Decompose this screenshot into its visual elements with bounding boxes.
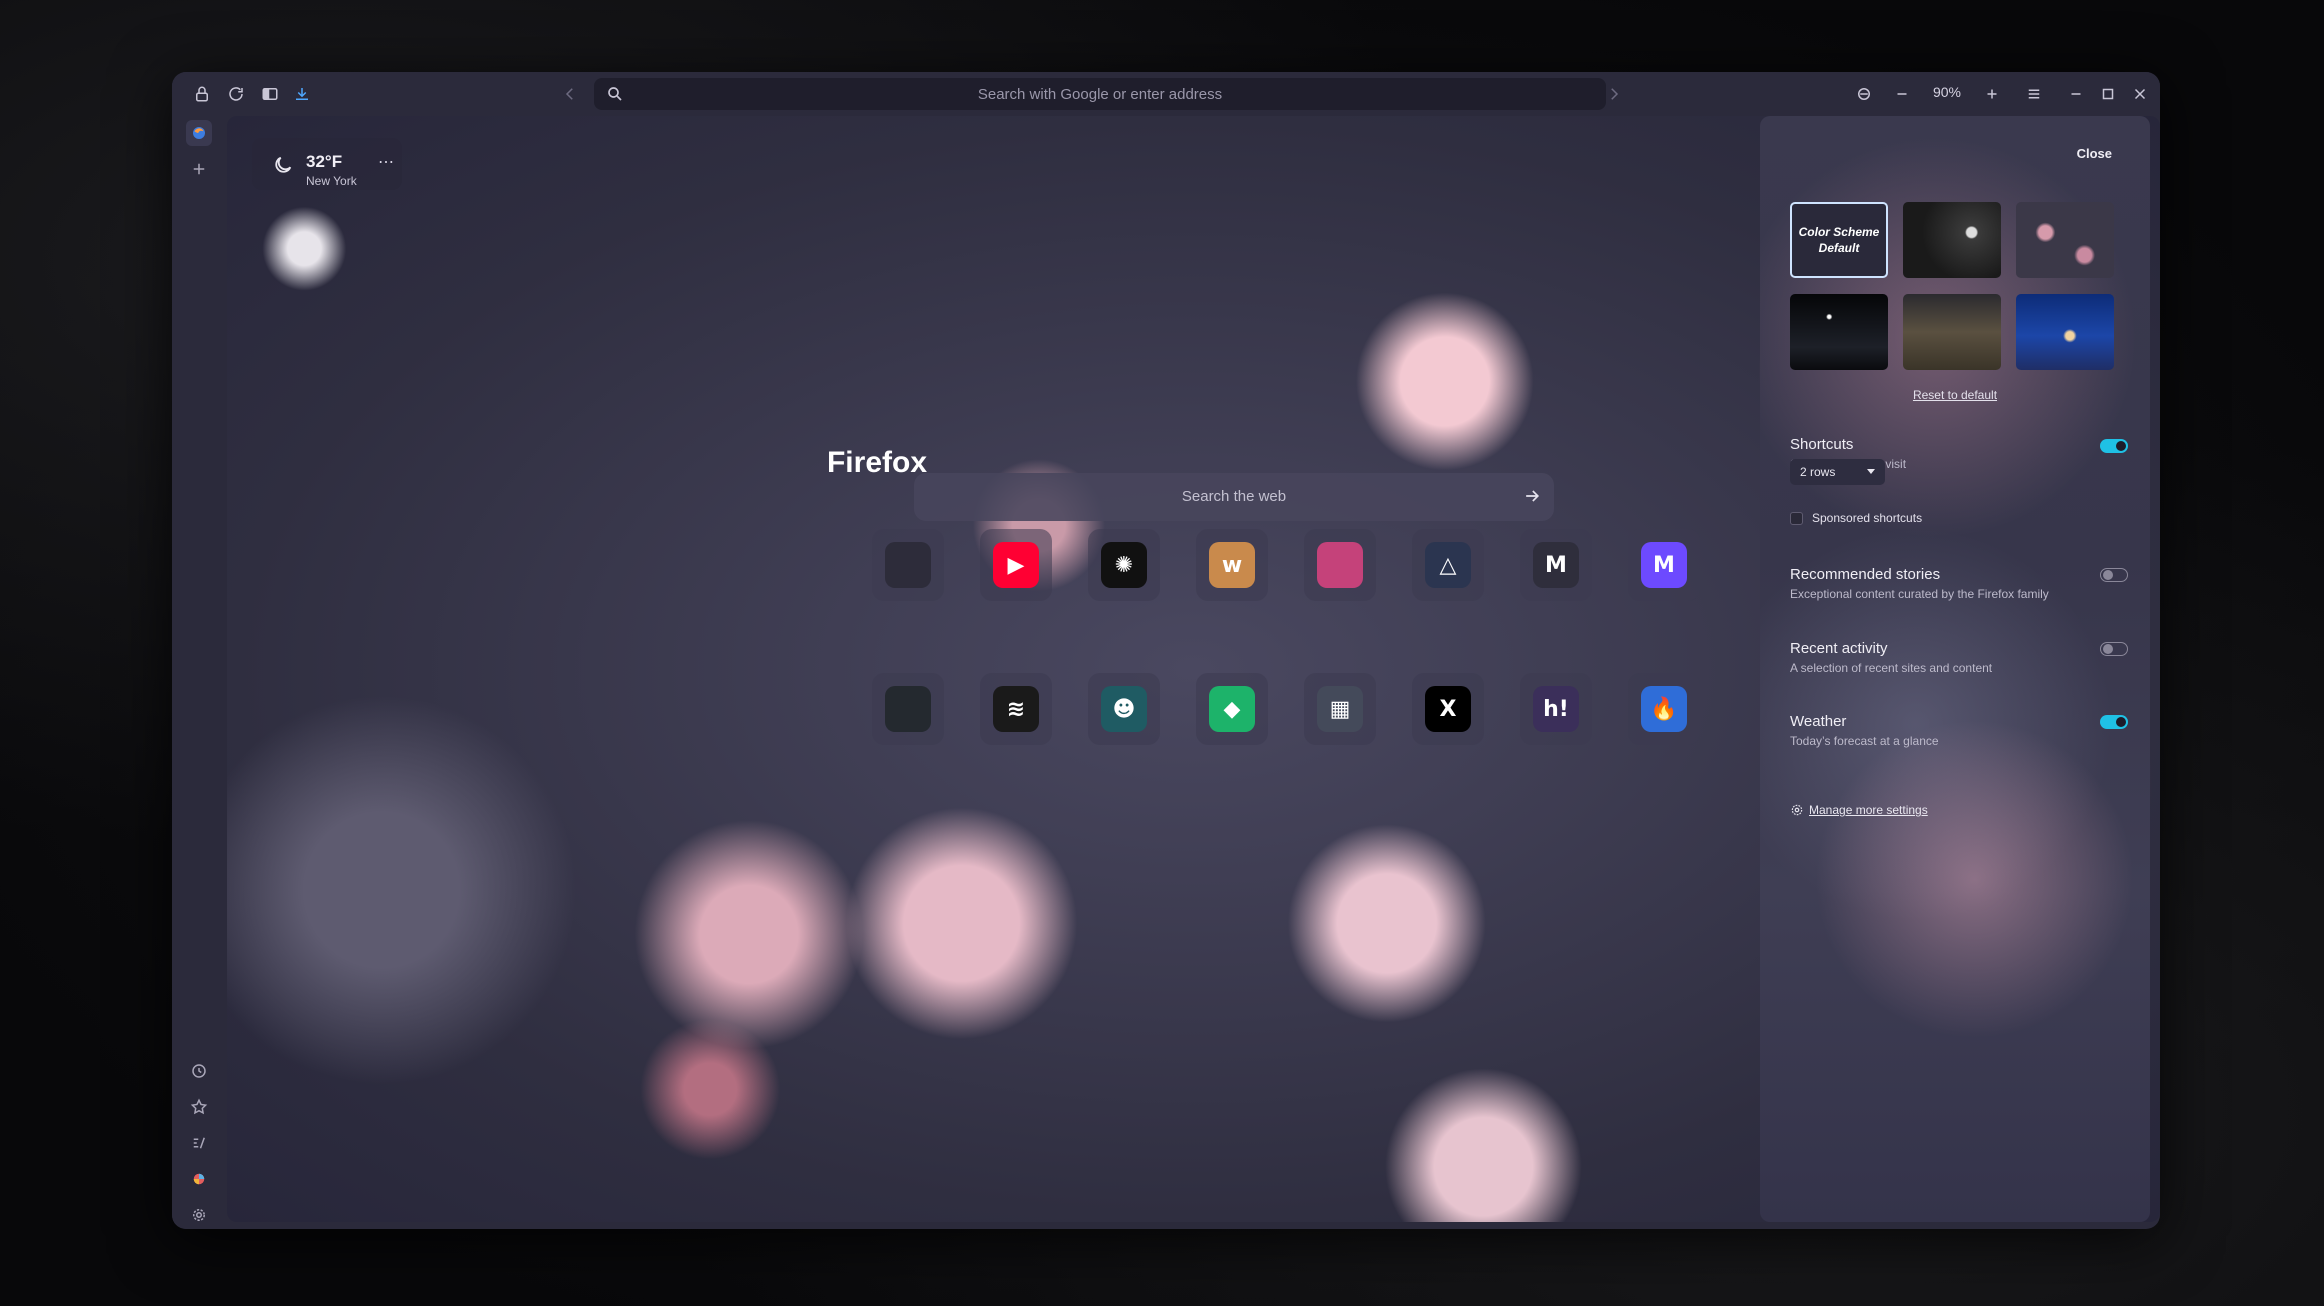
customize-panel: Close Color Scheme Default Reset to defa… bbox=[1760, 116, 2150, 1222]
server-icon: ▦ bbox=[1317, 686, 1363, 732]
wallpaper-moon[interactable] bbox=[1903, 202, 2001, 278]
gear-icon bbox=[1791, 804, 1803, 816]
download-icon[interactable] bbox=[288, 80, 316, 108]
shortcut-tile[interactable]: ≋ bbox=[980, 673, 1052, 745]
hashnode-icon: h! bbox=[1533, 686, 1579, 732]
tracking-protection-icon[interactable] bbox=[1850, 80, 1878, 108]
sidebar-toggle-icon[interactable] bbox=[256, 80, 284, 108]
shortcut-rows-select[interactable]: 2 rows bbox=[1790, 459, 1885, 485]
bookmarks-star-icon[interactable] bbox=[186, 1094, 212, 1120]
youtube-icon: ▶ bbox=[993, 542, 1039, 588]
firefox-tab-icon[interactable] bbox=[186, 120, 212, 146]
shortcut-tile[interactable]: w bbox=[1196, 529, 1268, 601]
shortcut-tile[interactable] bbox=[872, 673, 944, 745]
reload-icon[interactable] bbox=[222, 80, 250, 108]
sync-tabs-icon[interactable] bbox=[186, 1130, 212, 1156]
shortcut-tile[interactable]: M bbox=[1628, 529, 1700, 601]
shortcut-tile[interactable]: ▦ bbox=[1304, 673, 1376, 745]
settings-gear-icon[interactable] bbox=[186, 1202, 212, 1228]
weather-subtitle: Today’s forecast at a glance bbox=[1790, 734, 1939, 748]
sponsored-shortcuts-checkbox[interactable] bbox=[1790, 512, 1803, 525]
maximize-icon[interactable] bbox=[2094, 80, 2122, 108]
weather-widget[interactable]: 32°F New York ⋯ bbox=[252, 138, 402, 190]
mountain-icon: △ bbox=[1425, 542, 1471, 588]
shortcut-tile[interactable]: ☻ bbox=[1088, 673, 1160, 745]
menu-icon[interactable] bbox=[2020, 80, 2048, 108]
github-icon bbox=[885, 686, 931, 732]
recommended-stories-title: Recommended stories bbox=[1790, 566, 1941, 583]
weather-toggle[interactable] bbox=[2100, 715, 2128, 729]
x-icon: X bbox=[1425, 686, 1471, 732]
shortcuts-toggle[interactable] bbox=[2100, 439, 2128, 453]
browser-window: Search with Google or enter address 90% bbox=[172, 72, 2160, 1229]
back-icon[interactable] bbox=[556, 80, 584, 108]
manage-more-settings-label: Manage more settings bbox=[1809, 803, 1928, 817]
shortcut-tile[interactable]: ▶ bbox=[980, 529, 1052, 601]
forward-icon[interactable] bbox=[1600, 80, 1628, 108]
history-icon[interactable] bbox=[186, 1058, 212, 1084]
minimize-icon[interactable] bbox=[2062, 80, 2090, 108]
manage-more-settings-link[interactable]: Manage more settings bbox=[1790, 803, 1928, 817]
zoom-out-icon[interactable] bbox=[1888, 80, 1916, 108]
shortcut-tile[interactable] bbox=[872, 529, 944, 601]
shortcut-tile[interactable]: 🔥 bbox=[1628, 673, 1700, 745]
recent-activity-toggle[interactable] bbox=[2100, 642, 2128, 656]
shortcut-tile[interactable]: ✺ bbox=[1088, 529, 1160, 601]
reset-to-default-link[interactable]: Reset to default bbox=[1760, 388, 2150, 402]
flame-icon: 🔥 bbox=[1641, 686, 1687, 732]
shortcut-tile[interactable]: M bbox=[1520, 529, 1592, 601]
shortcut-tile[interactable]: X bbox=[1412, 673, 1484, 745]
wallpaper-default[interactable]: Color Scheme Default bbox=[1790, 202, 1888, 278]
vertical-tabs-sidebar bbox=[172, 116, 227, 1229]
proton-mail-icon: M bbox=[1641, 542, 1687, 588]
shortcut-tile[interactable]: h! bbox=[1520, 673, 1592, 745]
new-tab-icon[interactable] bbox=[186, 156, 212, 182]
moon-icon bbox=[275, 156, 292, 173]
wallpaper-snow-cabin[interactable] bbox=[2016, 294, 2114, 370]
url-bar[interactable]: Search with Google or enter address bbox=[594, 78, 1606, 110]
weather-location: New York bbox=[306, 174, 357, 188]
wordtune-icon: w bbox=[1209, 542, 1255, 588]
shortcuts-title: Shortcuts bbox=[1790, 436, 1854, 453]
shortcut-rows-value: 2 rows bbox=[1800, 465, 1836, 479]
recommended-stories-toggle[interactable] bbox=[2100, 568, 2128, 582]
sponsored-shortcuts-label: Sponsored shortcuts bbox=[1812, 511, 1923, 525]
wallpaper-night-bridge[interactable] bbox=[1790, 294, 1888, 370]
toolbar: Search with Google or enter address 90% bbox=[172, 72, 2160, 116]
web-search-box[interactable]: Search the web bbox=[914, 473, 1554, 521]
lock-icon[interactable] bbox=[188, 80, 216, 108]
web-search-placeholder: Search the web bbox=[1181, 488, 1287, 505]
shortcut-tile[interactable]: △ bbox=[1412, 529, 1484, 601]
url-placeholder: Search with Google or enter address bbox=[977, 86, 1223, 103]
zoom-level[interactable]: 90% bbox=[1927, 84, 1967, 100]
recent-activity-subtitle: A selection of recent sites and content bbox=[1790, 661, 1993, 675]
shortcut-tile[interactable]: ◆ bbox=[1196, 673, 1268, 745]
zoom-in-icon[interactable] bbox=[1978, 80, 2006, 108]
arrow-right-icon[interactable] bbox=[1522, 486, 1542, 506]
extension-icon[interactable] bbox=[186, 1166, 212, 1192]
weather-temperature: 32°F bbox=[306, 152, 343, 171]
pink-gradient-icon bbox=[1317, 542, 1363, 588]
wallpaper-flowers[interactable] bbox=[2016, 202, 2114, 278]
gmail-icon: M bbox=[1533, 542, 1579, 588]
recommended-stories-subtitle: Exceptional content curated by the Firef… bbox=[1790, 587, 2049, 601]
wallpaper-city-night[interactable] bbox=[1903, 294, 2001, 370]
tag-icon: ◆ bbox=[1209, 686, 1255, 732]
close-panel-button[interactable]: Close bbox=[2077, 146, 2112, 161]
github-icon bbox=[885, 542, 931, 588]
weather-menu-button[interactable]: ⋯ bbox=[378, 152, 395, 172]
weather-title: Weather bbox=[1790, 713, 1847, 730]
shortcut-tile[interactable] bbox=[1304, 529, 1376, 601]
chatgpt-icon: ✺ bbox=[1101, 542, 1147, 588]
close-window-icon[interactable] bbox=[2126, 80, 2154, 108]
chevron-down-icon bbox=[1867, 469, 1875, 474]
green-mascot-icon: ☻ bbox=[1101, 686, 1147, 732]
recent-activity-title: Recent activity bbox=[1790, 640, 1888, 657]
spotify-icon: ≋ bbox=[993, 686, 1039, 732]
